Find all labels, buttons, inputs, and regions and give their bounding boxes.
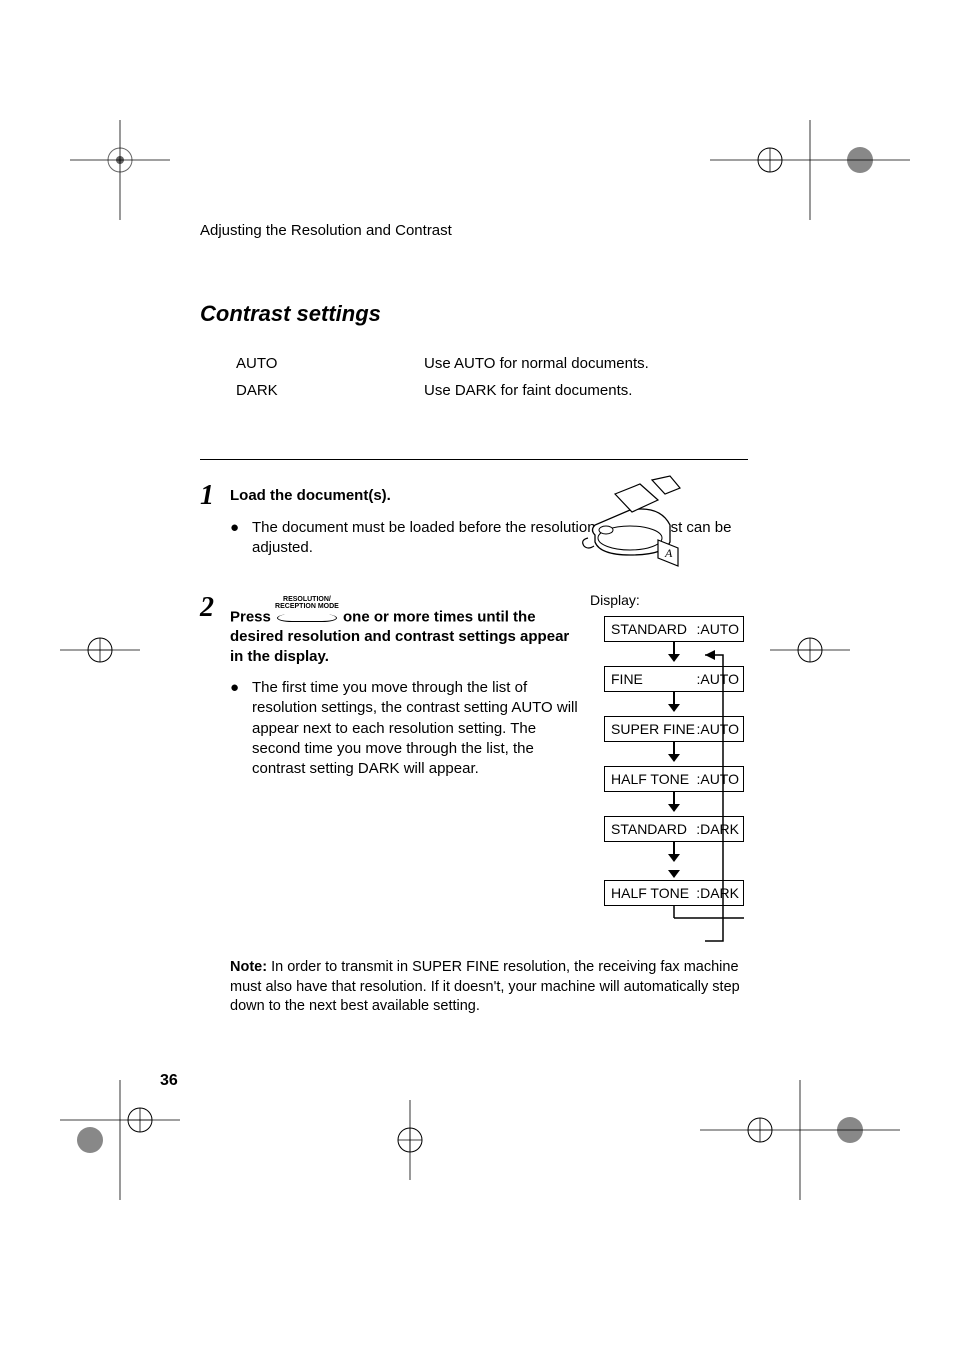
section-heading: Contrast settings (200, 301, 748, 327)
note-label: Note: (230, 959, 267, 975)
lcd-display: STANDARD :AUTO (604, 616, 744, 642)
bullet-icon: ● (230, 518, 252, 559)
press-label: Press (230, 609, 271, 626)
note-paragraph: Note: In order to transmit in SUPER FINE… (230, 958, 748, 1017)
setting-description: Use AUTO for normal documents. (424, 355, 649, 372)
display-resolution: HALF TONE (611, 771, 689, 787)
registration-mark-icon (710, 120, 910, 220)
step-bullet: ● The first time you move through the li… (230, 678, 580, 779)
divider (200, 459, 748, 460)
registration-mark-icon (770, 610, 850, 690)
display-resolution: FINE (611, 671, 643, 687)
contrast-settings-table: AUTO Use AUTO for normal documents. DARK… (236, 355, 748, 399)
registration-mark-icon (60, 1080, 180, 1200)
display-resolution: STANDARD (611, 621, 687, 637)
step-body: Press RESOLUTION/ RECEPTION MODE one or … (230, 592, 580, 779)
setting-description: Use DARK for faint documents. (424, 382, 632, 399)
display-label: Display: (590, 592, 748, 608)
display-resolution: SUPER FINE (611, 721, 695, 737)
table-row: DARK Use DARK for faint documents. (236, 382, 748, 399)
setting-label: DARK (236, 382, 424, 399)
registration-mark-icon (700, 1080, 900, 1200)
registration-mark-icon (60, 610, 140, 690)
registration-mark-icon (370, 1100, 450, 1180)
running-header: Adjusting the Resolution and Contrast (200, 222, 748, 239)
display-resolution: STANDARD (611, 821, 687, 837)
table-row: AUTO Use AUTO for normal documents. (236, 355, 748, 372)
step-number: 1 (200, 480, 230, 512)
svg-text:A: A (664, 546, 673, 560)
display-resolution: HALF TONE (611, 885, 689, 901)
registration-mark-icon (70, 120, 170, 220)
step-2: 2 Press RESOLUTION/ RECEPTION MODE one o… (200, 592, 748, 924)
page-number: 36 (160, 1072, 178, 1090)
step-instruction: Press RESOLUTION/ RECEPTION MODE one or … (230, 598, 580, 666)
setting-label: AUTO (236, 355, 424, 372)
fax-machine-illustration-icon: A (570, 470, 690, 574)
page-content: Adjusting the Resolution and Contrast Co… (200, 222, 748, 1017)
step-number: 2 (200, 592, 230, 624)
bullet-text: The first time you move through the list… (252, 678, 580, 779)
note-text: In order to transmit in SUPER FINE resol… (230, 959, 740, 1014)
resolution-reception-button-icon: RESOLUTION/ RECEPTION MODE (275, 596, 339, 625)
bullet-icon: ● (230, 678, 252, 779)
loop-back-arrow-icon (705, 647, 731, 949)
display-contrast: :AUTO (696, 621, 739, 637)
